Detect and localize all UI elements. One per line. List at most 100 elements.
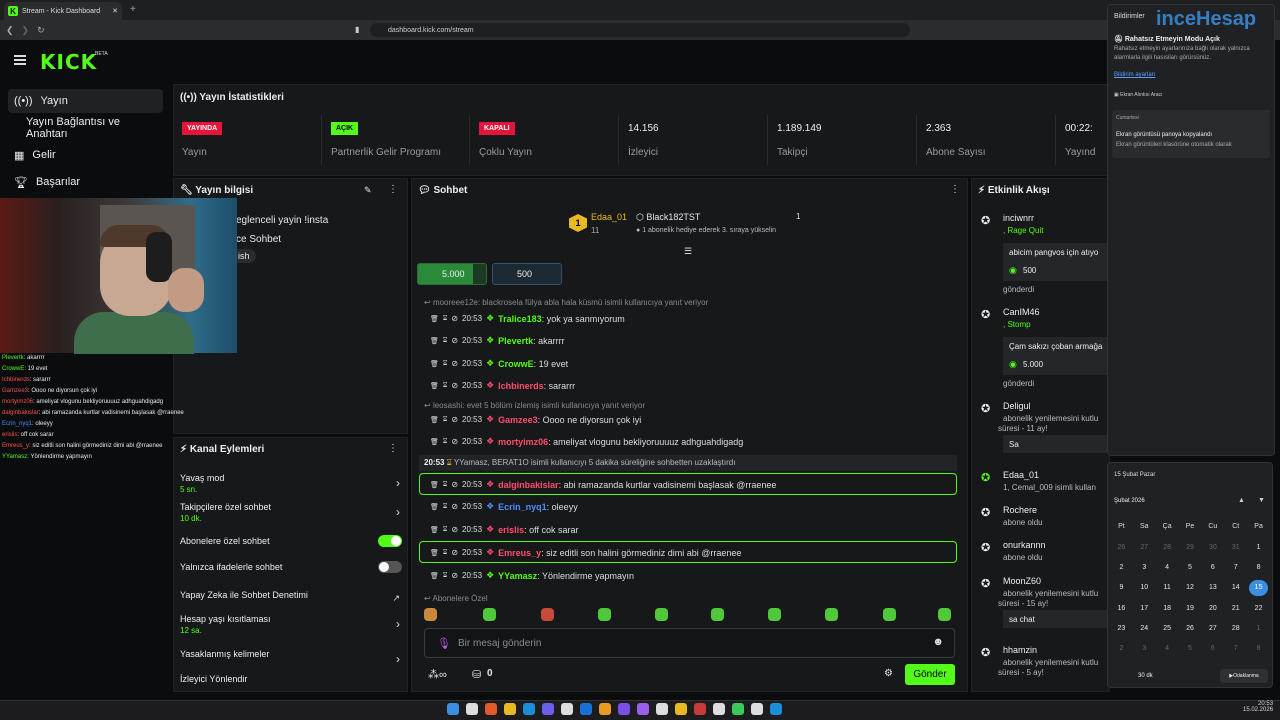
delete-icon[interactable]: 🗑︎	[430, 337, 439, 345]
settings-icon[interactable]: ⚙	[884, 668, 893, 679]
ban-icon[interactable]: ⊘	[451, 502, 458, 511]
emote-icon[interactable]	[598, 608, 611, 621]
calendar-day[interactable]: 27	[1133, 544, 1156, 551]
timeout-icon[interactable]: ⌛︎	[443, 481, 447, 489]
calendar-day[interactable]: 2	[1110, 564, 1133, 571]
timeout-icon[interactable]: ⌛︎	[443, 438, 447, 446]
chat-message[interactable]: 🗑︎ ⌛︎ ⊘ 20:53 ❖ mortyimz06: ameliyat vlogunu …	[430, 436, 743, 447]
emote-icon[interactable]	[768, 608, 781, 621]
calendar-day[interactable]: 17	[1133, 605, 1156, 612]
calendar-day[interactable]: 10	[1133, 584, 1156, 592]
more-icon[interactable]: ⋮	[950, 184, 960, 195]
ban-icon[interactable]: ⊘	[451, 571, 458, 580]
feed-user[interactable]: Edaa_01	[1003, 470, 1039, 480]
calendar-day[interactable]: 24	[1133, 625, 1156, 632]
loop-icon[interactable]: ⁂∞	[428, 668, 447, 681]
kick-logo[interactable]: KICK	[40, 50, 97, 74]
chat-username[interactable]: CrowwE	[498, 359, 534, 369]
viewer-redirect-row[interactable]: İzleyici Yönlendir	[180, 674, 402, 684]
calendar-day[interactable]: 1	[1247, 544, 1270, 551]
browser-tab[interactable]: K Stream - Kick Dashboard ✕	[4, 2, 122, 20]
taskbar-app-icon[interactable]	[447, 703, 459, 715]
calendar-day[interactable]: 23	[1110, 625, 1133, 632]
feed-user[interactable]: Rochere	[1003, 505, 1037, 515]
feed-user[interactable]: onurkannn	[1003, 540, 1046, 550]
chat-username[interactable]: Ecrin_nyq1	[498, 502, 547, 512]
delete-icon[interactable]: 🗑︎	[430, 549, 439, 557]
taskbar-app-icon[interactable]	[485, 703, 497, 715]
follower-only-row[interactable]: Takipçilere özel sohbet 10 dk. ›	[180, 502, 402, 523]
feed-user[interactable]: MoonZ60	[1003, 576, 1041, 586]
sub-only-toggle[interactable]	[378, 535, 402, 547]
next-month-icon[interactable]: ▼	[1258, 497, 1265, 504]
delete-icon[interactable]: 🗑︎	[430, 382, 439, 390]
calendar-day[interactable]: 20	[1201, 605, 1224, 612]
chat-message[interactable]: 🗑︎ ⌛︎ ⊘ 20:53 ❖ Tralice183: yok ya sanmıyorum	[430, 313, 625, 324]
ai-moderation-row[interactable]: Yapay Zeka ile Sohbet Denetimi ↗	[180, 590, 402, 603]
ban-icon[interactable]: ⊘	[451, 336, 458, 345]
close-tab-icon[interactable]: ✕	[112, 7, 118, 15]
timeout-icon[interactable]: ⌛︎	[443, 337, 447, 345]
taskbar-app-icon[interactable]	[656, 703, 668, 715]
calendar-day[interactable]: 11	[1156, 584, 1179, 592]
nav-item-basarilar[interactable]: 🏆︎ Başarılar	[8, 170, 163, 194]
timeout-icon[interactable]: ⌛︎	[443, 549, 447, 557]
taskbar-app-icon[interactable]	[618, 703, 630, 715]
emoji-icon[interactable]: ☻	[932, 636, 944, 648]
slow-mode-row[interactable]: Yavaş mod 5 sn. ›	[180, 473, 402, 494]
more-icon[interactable]: ⋮	[388, 184, 398, 195]
new-tab-icon[interactable]: +	[130, 4, 136, 15]
calendar-day[interactable]: 21	[1224, 605, 1247, 612]
calendar-day[interactable]: 7	[1224, 645, 1247, 652]
edit-icon[interactable]: ✎	[364, 185, 372, 196]
calendar-day[interactable]: 4	[1156, 645, 1179, 652]
timeout-icon[interactable]: ⌛︎	[443, 416, 447, 424]
taskbar-app-icon[interactable]	[542, 703, 554, 715]
notif-settings-link[interactable]: Bildirim ayarları	[1114, 72, 1155, 78]
taskbar-app-icon[interactable]	[751, 703, 763, 715]
forward-icon[interactable]: ❯	[22, 25, 30, 36]
address-bar[interactable]: dashboard.kick.com/stream	[370, 23, 910, 37]
calendar-day[interactable]: 13	[1201, 584, 1224, 592]
calendar-day[interactable]: 26	[1110, 544, 1133, 551]
chat-username[interactable]: Emreus_y	[498, 548, 541, 558]
more-icon[interactable]: ⋮	[388, 443, 398, 454]
delete-icon[interactable]: 🗑︎	[430, 438, 439, 446]
taskbar-clock[interactable]: 20:53 15.02.2026	[1243, 701, 1273, 713]
ban-icon[interactable]: ⊘	[451, 381, 458, 390]
timeout-icon[interactable]: ⌛︎	[443, 315, 447, 323]
calendar-day[interactable]: 6	[1201, 645, 1224, 652]
taskbar-app-icon[interactable]	[770, 703, 782, 715]
chat-username[interactable]: Ichbinerds	[498, 381, 544, 391]
calendar-day[interactable]: 8	[1247, 645, 1270, 652]
timeout-icon[interactable]: ⌛︎	[443, 526, 447, 534]
delete-icon[interactable]: 🗑︎	[430, 481, 439, 489]
send-button[interactable]: Gönder	[905, 664, 955, 685]
prev-month-icon[interactable]: ▲	[1238, 497, 1245, 504]
emote-icon[interactable]	[483, 608, 496, 621]
ban-icon[interactable]: ⊘	[451, 525, 458, 534]
taskbar-app-icon[interactable]	[599, 703, 611, 715]
account-age-row[interactable]: Hesap yaşı kısıtlaması 12 sa. ›	[180, 614, 402, 635]
timeout-icon[interactable]: ⌛︎	[443, 360, 447, 368]
back-icon[interactable]: ❮	[6, 25, 14, 36]
calendar-day[interactable]: 25	[1156, 625, 1179, 632]
calendar-day[interactable]: 29	[1179, 544, 1202, 551]
taskbar-app-icon[interactable]	[580, 703, 592, 715]
calendar-day[interactable]: 7	[1224, 564, 1247, 571]
goal-card-1[interactable]: 5.000	[417, 263, 487, 285]
chat-input[interactable]: 🎙︎ Bir mesaj gönderin ☻	[424, 628, 955, 658]
banned-words-row[interactable]: Yasaklanmış kelimeler ›	[180, 649, 402, 666]
chat-message[interactable]: 🗑︎ ⌛︎ ⊘ 20:53 ❖ erislis: off cok sarar	[430, 524, 579, 535]
emote-icon[interactable]	[711, 608, 724, 621]
timeout-icon[interactable]: ⌛︎	[443, 382, 447, 390]
chat-message[interactable]: 🗑︎ ⌛︎ ⊘ 20:53 ❖ CrowwE: 19 evet	[430, 358, 568, 369]
bookmark-icon[interactable]: ▮	[355, 25, 359, 34]
calendar-day[interactable]: 6	[1201, 564, 1224, 571]
ban-icon[interactable]: ⊘	[451, 359, 458, 368]
taskbar-app-icon[interactable]	[675, 703, 687, 715]
taskbar-app-icon[interactable]	[713, 703, 725, 715]
calendar-day[interactable]: 3	[1133, 564, 1156, 571]
expand-icon[interactable]: ☰	[684, 246, 692, 257]
ban-icon[interactable]: ⊘	[451, 548, 458, 557]
